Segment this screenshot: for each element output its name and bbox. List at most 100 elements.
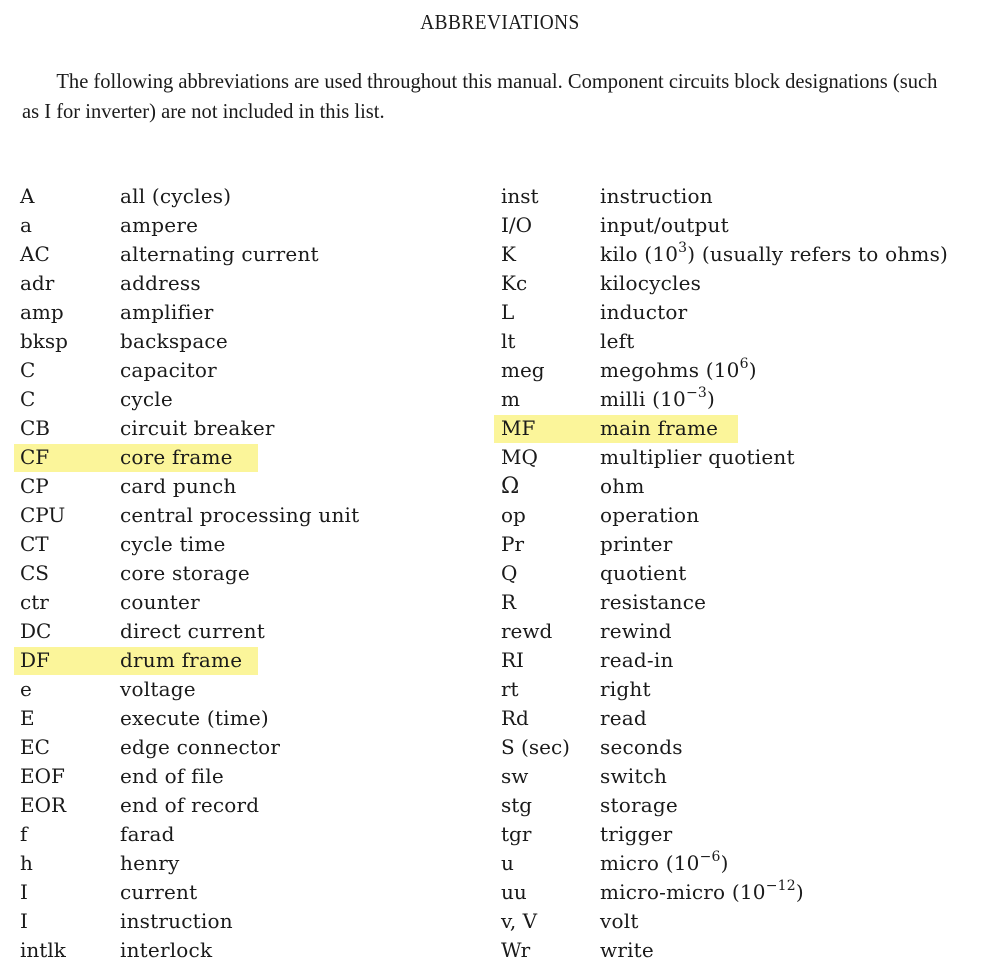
definition: amplifier — [120, 298, 213, 327]
abbreviation: Kc — [501, 271, 528, 295]
definition: kilocycles — [600, 269, 701, 298]
definition-text: micro-micro (10 — [600, 880, 766, 904]
abbreviation: u — [501, 851, 514, 875]
definition-text: inductor — [600, 300, 688, 324]
list-item: uu micro-micro (10−12) — [494, 878, 1000, 907]
definition: milli (10−3) — [600, 385, 715, 414]
abbreviation-list-left: Aall (cycles) a ampere AC alternating curren… — [14, 182, 484, 965]
list-item: rt right — [494, 675, 1000, 704]
abbreviation: adr — [20, 271, 55, 295]
list-item: sw switch — [494, 762, 1000, 791]
definition-text: henry — [120, 851, 180, 875]
list-item: Iinstruction — [14, 907, 484, 936]
definition: card punch — [120, 472, 237, 501]
list-item: Eexecute (time) — [14, 704, 484, 733]
definition: execute (time) — [120, 704, 269, 733]
abbreviation: S (sec) — [501, 735, 570, 759]
abbreviation: CS — [20, 561, 50, 585]
definition: inductor — [600, 298, 687, 327]
abbreviation: intlk — [20, 938, 66, 962]
definition: left — [600, 327, 634, 356]
definition-text: circuit breaker — [120, 416, 275, 440]
list-item: inst instruction — [494, 182, 1000, 211]
list-item: amp amplifier — [14, 298, 484, 327]
definition-text: right — [600, 677, 651, 701]
definition-text: rewind — [600, 619, 672, 643]
list-item: Linductor — [494, 298, 1000, 327]
definition-text: ohm — [600, 474, 645, 498]
list-item: AC alternating current — [14, 240, 484, 269]
abbreviation: rewd — [501, 619, 553, 643]
abbreviation: Q — [501, 561, 518, 585]
definition: all (cycles) — [120, 182, 231, 211]
list-item: a ampere — [14, 211, 484, 240]
abbreviation: E — [20, 706, 35, 730]
exponent: −12 — [765, 878, 796, 894]
definition-text: quotient — [600, 561, 687, 585]
abbreviation: Wr — [501, 938, 531, 962]
list-item: adr address — [14, 269, 484, 298]
definition-text: alternating current — [120, 242, 319, 266]
definition-text: read-in — [600, 648, 674, 672]
definition: central processing unit — [120, 501, 359, 530]
definition: read — [600, 704, 647, 733]
abbreviation: meg — [501, 358, 545, 382]
abbreviation: h — [20, 851, 33, 875]
abbreviation: K — [501, 242, 516, 266]
abbreviation: Rd — [501, 706, 529, 730]
definition-text: amplifier — [120, 300, 214, 324]
definition-text: voltage — [120, 677, 196, 701]
page-title: ABBREVIATIONS — [420, 10, 580, 34]
definition: core frame — [120, 443, 233, 472]
exponent: −6 — [699, 849, 721, 865]
abbreviation: f — [20, 822, 28, 846]
abbreviation: lt — [501, 329, 516, 353]
abbreviation: sw — [501, 764, 529, 788]
definition: backspace — [120, 327, 228, 356]
definition-text: storage — [600, 793, 678, 817]
definition: right — [600, 675, 651, 704]
definition: end of record — [120, 791, 259, 820]
list-item: u micro (10−6) — [494, 849, 1000, 878]
abbreviation: L — [501, 300, 515, 324]
definition-text: milli (10 — [600, 387, 686, 411]
abbreviation: CPU — [20, 503, 66, 527]
definition: interlock — [120, 936, 212, 965]
list-item: op operation — [494, 501, 1000, 530]
definition: direct current — [120, 617, 265, 646]
definition: write — [600, 936, 654, 965]
definition: resistance — [600, 588, 706, 617]
definition-text-suffix: ) (usually refers to ohms) — [687, 242, 949, 266]
definition: micro (10−6) — [600, 849, 729, 878]
list-item: m milli (10−3) — [494, 385, 1000, 414]
abbreviation: stg — [501, 793, 533, 817]
abbreviation: EOF — [20, 764, 65, 788]
definition: rewind — [600, 617, 672, 646]
definition: instruction — [120, 907, 233, 936]
definition-text: address — [120, 271, 201, 295]
definition: switch — [600, 762, 667, 791]
definition: alternating current — [120, 240, 319, 269]
definition: capacitor — [120, 356, 217, 385]
list-item: DC direct current — [14, 617, 484, 646]
abbreviation-list-right: inst instruction I/O input/output Kkilo (103… — [494, 182, 1000, 965]
definition-text-suffix: ) — [720, 851, 729, 875]
definition: circuit breaker — [120, 414, 275, 443]
definition-text: read — [600, 706, 647, 730]
abbreviation: Pr — [501, 532, 525, 556]
list-item: Ccapacitor — [14, 356, 484, 385]
definition: drum frame — [120, 646, 242, 675]
abbreviation: EOR — [20, 793, 67, 817]
definition-text: core frame — [120, 445, 233, 469]
abbreviation: I — [20, 880, 28, 904]
definition: counter — [120, 588, 200, 617]
definition-text: backspace — [120, 329, 228, 353]
list-item: v, V volt — [494, 907, 1000, 936]
definition: core storage — [120, 559, 250, 588]
abbreviation: DC — [20, 619, 52, 643]
list-item: CPU central processing unit — [14, 501, 484, 530]
list-item: tgr trigger — [494, 820, 1000, 849]
abbreviation: I/O — [501, 213, 533, 237]
definition-text: multiplier quotient — [600, 445, 795, 469]
highlighted-list-item: CF core frame — [14, 443, 484, 472]
